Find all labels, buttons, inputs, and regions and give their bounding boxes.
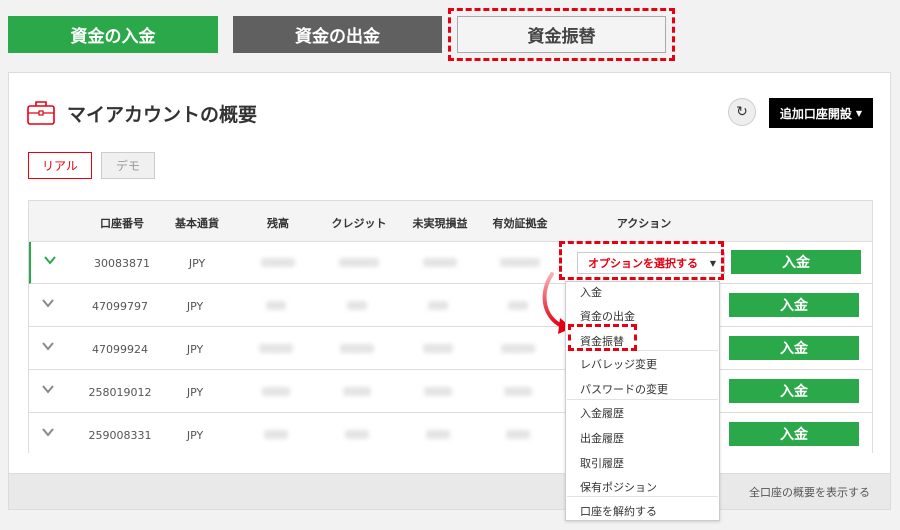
transfer-funds-button[interactable]: 資金振替 (457, 16, 666, 53)
col-account-number: 口座番号 (100, 217, 144, 230)
refresh-button[interactable]: ↻ (728, 98, 756, 126)
deposit-button[interactable]: 入金 (729, 379, 859, 403)
col-equity: 有効証拠金 (492, 217, 548, 230)
page-title: マイアカウントの概要 (67, 104, 258, 126)
base-currency: JPY (186, 300, 204, 313)
blurred-balance (261, 258, 295, 267)
chevron-down-icon[interactable] (41, 296, 55, 310)
blurred-unrealized (428, 301, 448, 310)
blurred-balance (262, 387, 290, 396)
table-row: 259008331 JPY 入金 (29, 414, 872, 456)
menu-item-password[interactable]: パスワードの変更 (580, 381, 668, 397)
menu-separator (567, 496, 718, 497)
caret-down-icon: ▼ (855, 108, 863, 118)
deposit-button[interactable]: 入金 (731, 250, 861, 274)
menu-item-leverage[interactable]: レバレッジ変更 (580, 356, 657, 372)
menu-item-close-account[interactable]: 口座を解約する (580, 503, 657, 519)
col-action: アクション (616, 217, 672, 230)
blurred-credit (340, 344, 374, 353)
chevron-down-icon[interactable] (41, 382, 55, 396)
table-header: 口座番号 基本通貨 残高 クレジット 未実現損益 有効証拠金 アクション (29, 201, 872, 242)
base-currency: JPY (186, 429, 204, 442)
blurred-credit (339, 258, 379, 267)
base-currency: JPY (186, 386, 204, 399)
account-number: 47099797 (92, 300, 148, 313)
base-currency: JPY (186, 343, 204, 356)
blurred-equity (500, 258, 540, 267)
col-credit: クレジット (331, 217, 387, 230)
menu-separator (567, 350, 718, 351)
deposit-button[interactable]: 入金 (729, 336, 859, 360)
action-dropdown-menu: 入金 資金の出金 資金振替 レバレッジ変更 パスワードの変更 入金履歴 出金履歴… (565, 281, 720, 521)
account-number: 258019012 (88, 386, 152, 399)
refresh-icon: ↻ (736, 104, 748, 120)
col-balance: 残高 (267, 217, 289, 230)
col-base-currency: 基本通貨 (175, 217, 219, 230)
account-overview-panel: マイアカウントの概要 ↻ 追加口座開設 ▼ リアル デモ 口座番号 基本通貨 残… (8, 72, 891, 510)
withdraw-funds-button[interactable]: 資金の出金 (233, 16, 442, 53)
chevron-down-icon[interactable] (43, 253, 57, 267)
option-select-dropdown[interactable]: オプションを選択する ▼ (577, 252, 725, 274)
blurred-credit (347, 301, 367, 310)
panel-footer: 全口座の概要を表示する (9, 473, 890, 509)
accounts-table: 口座番号 基本通貨 残高 クレジット 未実現損益 有効証拠金 アクション 300… (28, 200, 873, 456)
blurred-equity (501, 344, 535, 353)
menu-item-deposit-history[interactable]: 入金履歴 (580, 405, 624, 421)
chevron-down-icon[interactable] (41, 425, 55, 439)
account-number: 259008331 (88, 429, 152, 442)
menu-item-trade-history[interactable]: 取引履歴 (580, 455, 624, 471)
col-unrealized-pl: 未実現損益 (412, 217, 468, 230)
blurred-equity (508, 301, 528, 310)
menu-item-withdraw[interactable]: 資金の出金 (580, 308, 635, 324)
table-row: 258019012 JPY 入金 (29, 371, 872, 413)
deposit-funds-button[interactable]: 資金の入金 (8, 16, 218, 53)
blurred-balance (266, 301, 286, 310)
blurred-unrealized (424, 387, 452, 396)
menu-item-deposit[interactable]: 入金 (580, 284, 602, 300)
add-account-button[interactable]: 追加口座開設 ▼ (769, 98, 873, 128)
account-number: 47099924 (92, 343, 148, 356)
menu-item-positions[interactable]: 保有ポジション (580, 479, 657, 495)
blurred-credit (345, 430, 369, 439)
menu-item-withdraw-history[interactable]: 出金履歴 (580, 430, 624, 446)
blurred-balance (259, 344, 293, 353)
option-select-label: オプションを選択する (588, 257, 698, 270)
blurred-unrealized (423, 344, 453, 353)
menu-item-transfer[interactable]: 資金振替 (580, 333, 624, 349)
table-row: 30083871 JPY オプションを選択する ▼ 入金 (29, 242, 872, 284)
tab-real[interactable]: リアル (28, 152, 92, 179)
deposit-button[interactable]: 入金 (729, 422, 859, 446)
menu-separator (567, 399, 718, 400)
caret-down-icon: ▼ (709, 259, 716, 268)
briefcase-icon (27, 101, 55, 125)
account-number: 30083871 (94, 257, 150, 270)
table-row: 47099924 JPY 入金 (29, 328, 872, 370)
blurred-credit (343, 387, 371, 396)
deposit-button[interactable]: 入金 (729, 293, 859, 317)
blurred-unrealized (426, 430, 450, 439)
add-account-label: 追加口座開設 (779, 106, 852, 121)
blurred-balance (264, 430, 288, 439)
tab-demo[interactable]: デモ (101, 152, 155, 179)
base-currency: JPY (188, 257, 206, 270)
blurred-unrealized (423, 258, 457, 267)
view-all-accounts-link[interactable]: 全口座の概要を表示する (749, 484, 870, 500)
blurred-equity (506, 430, 530, 439)
table-row: 47099797 JPY 入金 (29, 285, 872, 327)
chevron-down-icon[interactable] (41, 339, 55, 353)
blurred-equity (504, 387, 532, 396)
